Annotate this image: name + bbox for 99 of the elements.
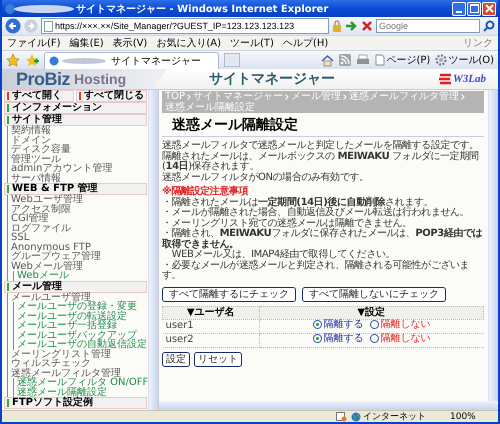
menu-item[interactable]: お気に入り(A) (156, 36, 221, 50)
column-header[interactable]: ▼ユーザ名 (162, 306, 259, 319)
page-title: 迷惑メール隔離設定 (172, 116, 299, 134)
menu-item[interactable]: ツール(T) (230, 36, 274, 50)
expand-all-button[interactable]: すべて開く (4, 90, 74, 102)
radio-option[interactable]: 隔離しない (370, 320, 430, 330)
search-icon[interactable] (483, 20, 495, 32)
menu-item[interactable]: 編集(E) (70, 36, 104, 50)
sidebar-item[interactable]: Webメール管理 (11, 260, 83, 272)
scrollbar[interactable] (148, 90, 158, 410)
menu-item[interactable]: ヘルプ(H) (282, 36, 328, 50)
form-button[interactable]: リセット (194, 352, 242, 366)
sidebar-item[interactable]: メールユーザバックアップ (17, 330, 137, 340)
sidebar-item[interactable]: グループウェア管理 (11, 251, 101, 262)
menu-section-header[interactable]: インフォメーション (4, 102, 147, 114)
back-button[interactable] (5, 18, 21, 34)
scrollbar[interactable] (488, 90, 498, 401)
description-text: 迷惑メールフィルタで迷惑メールと判定したメールを隔離する設定です。 (162, 141, 480, 151)
menu-item[interactable]: ファイル(F) (7, 36, 61, 50)
zoom-level[interactable]: 100% (450, 412, 492, 422)
note-text: ・メーリングリスト宛ての迷惑メールは隔離できません。 (162, 218, 413, 228)
note-text: WEBメール又は、IMAP4経由で取得してください。 (170, 250, 396, 260)
rss-feed-icon[interactable] (339, 54, 352, 66)
sidebar-item[interactable]: メールユーザ管理 (11, 292, 91, 302)
site-logo: ProBiz Hosting (2, 69, 167, 89)
form-button[interactable]: 設定 (162, 352, 190, 366)
links-label[interactable]: リンク (463, 36, 493, 50)
column-header[interactable]: ▼設定 (259, 306, 484, 319)
description-text: 迷惑メールフィルタがONの場合のみ有効です。 (162, 172, 370, 183)
sidebar-item[interactable]: メールユーザの登録・変更 (17, 301, 137, 312)
go-arrow-icon[interactable] (345, 20, 358, 32)
add-favorite-icon[interactable] (25, 53, 39, 67)
sidebar-item[interactable]: ドメイン (11, 134, 51, 146)
page-menu-button[interactable]: ページ(P) (375, 53, 430, 67)
minimize-button[interactable] (452, 2, 466, 16)
sidebar-item[interactable]: メールユーザの転送設定 (17, 310, 127, 322)
sidebar-item[interactable]: ログファイル (11, 222, 71, 234)
notes-heading: ※隔離設定注意事項 (162, 187, 250, 197)
gear-icon (435, 54, 448, 66)
chevron-icon (285, 94, 290, 100)
window-title: サイトマネージャー - Windows Internet Explorer (76, 2, 328, 16)
menu-section-header[interactable]: メール管理 (4, 280, 147, 292)
sidebar-item[interactable]: Webユーザ管理 (11, 194, 83, 205)
browser-logo-icon (4, 2, 74, 14)
brand-logo: W3Lab (438, 73, 486, 85)
sidebar-item[interactable]: CGI管理 (11, 213, 49, 224)
security-zone: インターネット (351, 410, 446, 422)
chevron-icon (461, 94, 466, 100)
sidebar-item[interactable]: ディスク容量 (11, 144, 71, 155)
collapse-all-button[interactable]: すべて閉じる (76, 90, 147, 102)
sidebar-item[interactable]: メールユーザ一括登録 (17, 320, 117, 331)
sidebar-item[interactable]: メーリングリスト管理 (11, 348, 111, 360)
home-icon[interactable] (321, 54, 334, 66)
note-text: ・必要なメールが迷惑メールと判定され、隔離される可能性がございます。 (162, 260, 470, 282)
table-cell: user1 (162, 319, 259, 333)
close-button[interactable] (482, 2, 496, 16)
chevron-icon (187, 94, 192, 100)
globe-icon (351, 412, 361, 422)
menu-item[interactable]: 表示(V) (112, 36, 148, 50)
sidebar-item[interactable]: サーバ情報 (11, 172, 61, 184)
sidebar-item[interactable]: adminアカウント管理 (11, 163, 112, 174)
sidebar-item[interactable]: 管理ツール (11, 154, 61, 164)
bulk-check-button[interactable]: すべて隔離するにチェック (162, 286, 296, 302)
lock-icon (332, 20, 342, 32)
sidebar-item[interactable]: メールユーザの自動返信設定 (17, 339, 147, 350)
sidebar-item[interactable]: Anonymous FTP (11, 242, 91, 252)
note-text: ・メールが隔離された場合、自動返信及びメール転送は行われません。 (162, 208, 470, 218)
stop-icon[interactable] (361, 20, 373, 32)
address-field[interactable]: https://×××.××/Site_Manager/?GUEST_IP=123.123.123.123 (41, 18, 329, 34)
site-title: サイトマネージャー (209, 70, 335, 88)
scrollbar[interactable] (159, 401, 498, 410)
description-text: 隔離されたメールは、メールボックスの MEIWAKU フォルダに一定期間(14日)保存されます。 (162, 152, 480, 172)
browser-logo-icon (49, 56, 109, 66)
radio-option[interactable]: 隔離する (312, 320, 364, 330)
sidebar-item[interactable]: SSL (11, 232, 30, 243)
page-icon (375, 54, 386, 66)
menu-section-header[interactable]: WEB & FTP 管理 (4, 183, 147, 195)
table-cell: user2 (162, 333, 259, 347)
menu-section-header[interactable]: サイト管理 (4, 114, 147, 126)
printer-icon[interactable] (356, 54, 370, 66)
sidebar-item[interactable]: アクセス制限 (11, 204, 71, 214)
note-text: ・隔離され、MEIWAKUフォルダに保存されたメールは、POP3経由では取得できません。 (162, 229, 484, 250)
sidebar-item[interactable]: Webメール (17, 270, 69, 281)
search-field[interactable]: Google (376, 19, 480, 33)
sidebar-item[interactable]: 契約情報 (11, 125, 51, 136)
tools-menu-button[interactable]: ツール(O) (435, 53, 494, 67)
radio-option[interactable]: 隔離する (312, 334, 364, 344)
security-icon (336, 412, 347, 422)
note-text: ・隔離されたメールは一定期間(14日)後に自動削除されます。 (162, 198, 434, 208)
star-icon[interactable] (6, 53, 20, 67)
chevron-icon (343, 94, 348, 100)
browser-tab[interactable]: サイトマネージャー (44, 52, 219, 69)
menu-section-header[interactable]: FTPソフト設定例 (4, 397, 147, 409)
sidebar-item[interactable]: 迷惑メール隔離設定 (17, 386, 107, 398)
radio-option[interactable]: 隔離しない (370, 334, 430, 344)
sidebar-item[interactable]: 迷惑メールフィルタ ON/OFF (17, 377, 148, 388)
bulk-check-button[interactable]: すべて隔離しないにチェック (302, 286, 446, 302)
sidebar-item[interactable]: ウィルスチェック (11, 358, 91, 369)
maximize-button[interactable] (467, 2, 481, 16)
